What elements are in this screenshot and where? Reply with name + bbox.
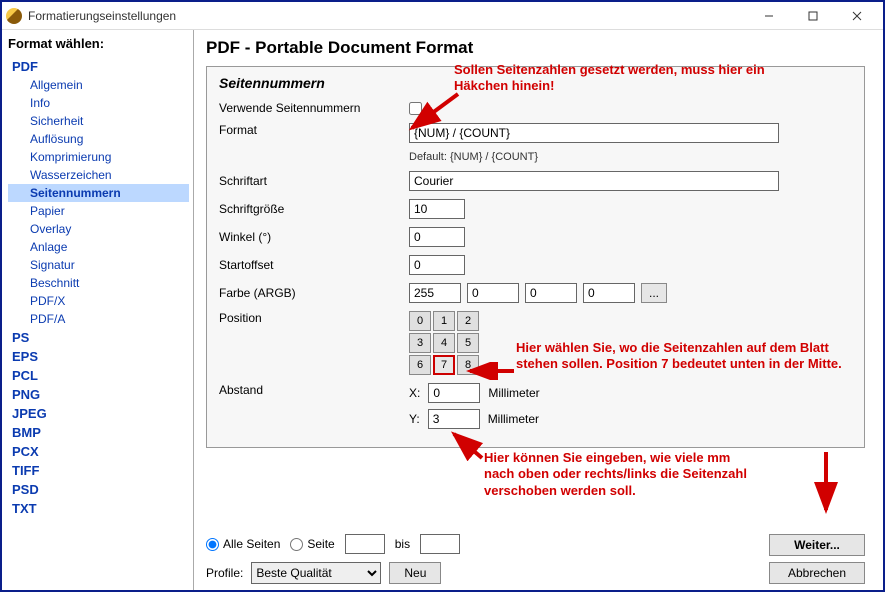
font-input[interactable] (409, 171, 779, 191)
angle-label: Winkel (°) (219, 230, 409, 244)
distance-y-label: Y: (409, 412, 420, 426)
profile-select[interactable]: Beste Qualität (251, 562, 381, 584)
sidebar-item-pcl[interactable]: PCL (8, 366, 189, 385)
sidebar-item-txt[interactable]: TXT (8, 499, 189, 518)
position-cell-3[interactable]: 3 (409, 333, 431, 353)
position-cell-6[interactable]: 6 (409, 355, 431, 375)
sidebar-item-psd[interactable]: PSD (8, 480, 189, 499)
sidebar-subitem-pdf/x[interactable]: PDF/X (8, 292, 189, 310)
sidebar-item-ps[interactable]: PS (8, 328, 189, 347)
format-tree: PDFAllgemeinInfoSicherheitAuflösungKompr… (8, 57, 189, 518)
position-grid: 012 345 678 (409, 311, 479, 375)
app-icon (6, 8, 22, 24)
sidebar-subitem-info[interactable]: Info (8, 94, 189, 112)
color-picker-button[interactable]: ... (641, 283, 667, 303)
color-g-input[interactable] (525, 283, 577, 303)
position-cell-7[interactable]: 7 (433, 355, 455, 375)
sidebar-subitem-wasserzeichen[interactable]: Wasserzeichen (8, 166, 189, 184)
page-from-input[interactable] (345, 534, 385, 554)
next-button[interactable]: Weiter... (769, 534, 865, 556)
sidebar-item-jpeg[interactable]: JPEG (8, 404, 189, 423)
sidebar-subitem-komprimierung[interactable]: Komprimierung (8, 148, 189, 166)
sidebar-subitem-signatur[interactable]: Signatur (8, 256, 189, 274)
annotation-3: Hier können Sie eingeben, wie viele mm n… (484, 450, 764, 499)
body: Format wählen: PDFAllgemeinInfoSicherhei… (2, 30, 883, 590)
startoffset-label: Startoffset (219, 258, 409, 272)
sidebar-item-pcx[interactable]: PCX (8, 442, 189, 461)
minimize-button[interactable] (747, 3, 791, 29)
use-pagenumbers-checkbox[interactable] (409, 102, 422, 115)
distance-x-input[interactable] (428, 383, 480, 403)
sidebar-subitem-auflösung[interactable]: Auflösung (8, 130, 189, 148)
format-label: Format (219, 123, 409, 137)
maximize-button[interactable] (791, 3, 835, 29)
single-page-radio[interactable]: Seite (290, 537, 334, 551)
sidebar-item-bmp[interactable]: BMP (8, 423, 189, 442)
position-cell-2[interactable]: 2 (457, 311, 479, 331)
main: PDF - Portable Document Format Seitennum… (194, 30, 883, 590)
pagenumbers-panel: Seitennummern Verwende Seitennummern For… (206, 66, 865, 448)
window-title: Formatierungseinstellungen (28, 9, 747, 23)
use-pagenumbers-label: Verwende Seitennummern (219, 101, 409, 115)
sidebar-subitem-seitennummern[interactable]: Seitennummern (8, 184, 189, 202)
profile-label: Profile: (206, 566, 243, 580)
sidebar-item-pdf[interactable]: PDF (8, 57, 189, 76)
bottombar: Alle Seiten Seite bis Profile: Beste Qua… (206, 526, 865, 584)
distance-y-input[interactable] (428, 409, 480, 429)
distance-y-unit: Millimeter (488, 412, 539, 426)
sidebar-heading: Format wählen: (8, 36, 189, 51)
position-label: Position (219, 311, 409, 325)
annotation-1: Sollen Seitenzahlen gesetzt werden, muss… (454, 62, 814, 95)
sidebar-subitem-pdf/a[interactable]: PDF/A (8, 310, 189, 328)
page-to-label: bis (395, 537, 410, 551)
color-r-input[interactable] (467, 283, 519, 303)
cancel-button[interactable]: Abbrechen (769, 562, 865, 584)
fontsize-label: Schriftgröße (219, 202, 409, 216)
close-button[interactable] (835, 3, 879, 29)
font-label: Schriftart (219, 174, 409, 188)
format-default: Default: {NUM} / {COUNT} (409, 151, 538, 163)
color-label: Farbe (ARGB) (219, 286, 409, 300)
fontsize-input[interactable] (409, 199, 465, 219)
sidebar-item-png[interactable]: PNG (8, 385, 189, 404)
position-cell-5[interactable]: 5 (457, 333, 479, 353)
page-to-input[interactable] (420, 534, 460, 554)
angle-input[interactable] (409, 227, 465, 247)
sidebar-subitem-allgemein[interactable]: Allgemein (8, 76, 189, 94)
color-a-input[interactable] (409, 283, 461, 303)
sidebar-item-tiff[interactable]: TIFF (8, 461, 189, 480)
distance-x-unit: Millimeter (488, 386, 539, 400)
format-input[interactable] (409, 123, 779, 143)
startoffset-input[interactable] (409, 255, 465, 275)
sidebar-subitem-papier[interactable]: Papier (8, 202, 189, 220)
position-cell-4[interactable]: 4 (433, 333, 455, 353)
sidebar-subitem-overlay[interactable]: Overlay (8, 220, 189, 238)
position-cell-0[interactable]: 0 (409, 311, 431, 331)
arrow-icon (814, 448, 838, 518)
position-cell-8[interactable]: 8 (457, 355, 479, 375)
sidebar-item-eps[interactable]: EPS (8, 347, 189, 366)
sidebar-subitem-beschnitt[interactable]: Beschnitt (8, 274, 189, 292)
page-title: PDF - Portable Document Format (206, 38, 865, 58)
window: Formatierungseinstellungen Format wählen… (0, 0, 885, 592)
annotation-2: Hier wählen Sie, wo die Seitenzahlen auf… (516, 340, 856, 373)
sidebar-subitem-anlage[interactable]: Anlage (8, 238, 189, 256)
distance-x-label: X: (409, 386, 420, 400)
new-profile-button[interactable]: Neu (389, 562, 441, 584)
sidebar: Format wählen: PDFAllgemeinInfoSicherhei… (2, 30, 194, 590)
distance-label: Abstand (219, 383, 409, 397)
position-cell-1[interactable]: 1 (433, 311, 455, 331)
titlebar: Formatierungseinstellungen (2, 2, 883, 30)
color-b-input[interactable] (583, 283, 635, 303)
all-pages-radio[interactable]: Alle Seiten (206, 537, 280, 551)
sidebar-subitem-sicherheit[interactable]: Sicherheit (8, 112, 189, 130)
